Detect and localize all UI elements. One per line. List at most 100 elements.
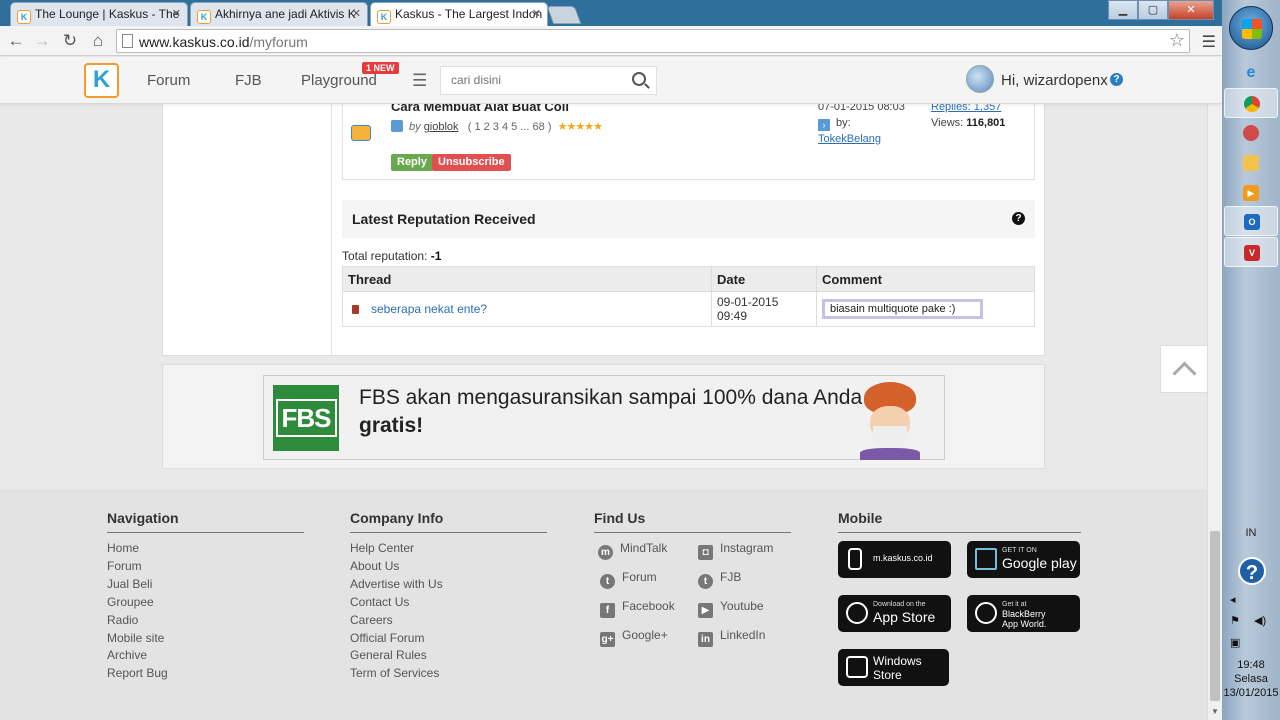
checkmark-icon: [391, 120, 403, 132]
minimize-button[interactable]: ▁: [1108, 0, 1138, 20]
footer-link-radio[interactable]: Radio: [107, 612, 304, 630]
footer-link-forum[interactable]: Forum: [107, 558, 304, 576]
footer-link-mobile-site[interactable]: Mobile site: [107, 630, 304, 648]
app-store-button[interactable]: Download on the App Store: [838, 595, 951, 632]
views-count: 116,801: [966, 117, 1006, 129]
footer-company-title: Company Info: [350, 510, 547, 533]
footer-link-general-rules[interactable]: General Rules: [350, 647, 547, 665]
thread-meta: by gioblok ( 1 2 3 4 5 ... 68 ) ★★★★★: [391, 120, 603, 133]
search-icon[interactable]: [632, 72, 646, 86]
kaskus-logo[interactable]: K: [84, 63, 119, 98]
last-post-user-link[interactable]: TokekBelang: [818, 133, 881, 145]
flag-icon[interactable]: ⚑: [1230, 614, 1240, 627]
scroll-to-top-button[interactable]: [1160, 345, 1208, 393]
thread-author-link[interactable]: gioblok: [424, 121, 459, 133]
social-link-mindtalk[interactable]: m MindTalk: [598, 541, 667, 560]
tab-close-icon[interactable]: ✕: [172, 7, 181, 20]
reload-icon[interactable]: ↻: [59, 31, 81, 51]
tab-close-icon[interactable]: ✕: [352, 7, 361, 20]
table-header-row: Thread Date Comment: [342, 266, 1035, 292]
clock-time: 19:48: [1237, 659, 1265, 671]
nav-playground[interactable]: Playground: [301, 72, 377, 89]
url-text[interactable]: www.kaskus.co.id/myforum: [139, 34, 308, 50]
browser-titlebar: K The Lounge | Kaskus - The ✕ K Akhirnya a…: [0, 0, 1222, 26]
reputation-table: Thread Date Comment seberapa nekat ente?…: [342, 266, 1035, 327]
taskbar-explorer[interactable]: [1224, 148, 1278, 178]
new-tab-button[interactable]: [546, 6, 582, 24]
language-indicator[interactable]: IN: [1222, 527, 1280, 539]
footer-link-report-bug[interactable]: Report Bug: [107, 665, 304, 683]
user-greeting[interactable]: Hi, wizardopenx: [1001, 72, 1108, 89]
nav-fjb[interactable]: FJB: [235, 72, 262, 89]
page-scrollbar[interactable]: ▲ ▼: [1207, 57, 1222, 720]
scrollbar-thumb[interactable]: [1210, 531, 1220, 701]
internet-explorer-icon: e: [1246, 64, 1256, 81]
hamburger-menu-icon[interactable]: ☰: [412, 71, 427, 91]
taskbar-ie[interactable]: e: [1224, 58, 1278, 88]
bookmark-star-icon[interactable]: ☆: [1169, 30, 1185, 51]
address-bar[interactable]: www.kaskus.co.id/myforum ☆: [116, 29, 1190, 53]
taskbar-app7[interactable]: V: [1224, 237, 1278, 267]
blackberry-world-button[interactable]: Get it at BlackBerry App World.: [967, 595, 1080, 632]
social-link-twitter-forum[interactable]: t Forum: [600, 570, 657, 589]
windows-store-button[interactable]: Windows Store: [838, 649, 949, 686]
nav-forum[interactable]: Forum: [147, 72, 190, 89]
thread-pages[interactable]: ( 1 2 3 4 5 ... 68 ): [468, 121, 552, 133]
system-clock[interactable]: 19:48 Selasa 13/01/2015: [1222, 658, 1280, 700]
tab-title: Akhirnya ane jadi Aktivis K: [215, 7, 356, 21]
help-icon[interactable]: ?: [1238, 557, 1266, 585]
footer-mobile: Mobile m.kaskus.co.id GET IT ON Google pl…: [838, 510, 1081, 700]
scroll-down-arrow-icon[interactable]: ▼: [1211, 707, 1219, 716]
maximize-button[interactable]: ▢: [1138, 0, 1168, 20]
close-window-button[interactable]: ✕: [1168, 0, 1214, 20]
google-play-button[interactable]: GET IT ON Google play: [967, 541, 1080, 578]
social-link-facebook[interactable]: f Facebook: [600, 599, 675, 618]
tab-akhirnya[interactable]: K Akhirnya ane jadi Aktivis K ✕: [190, 2, 368, 26]
blackberry-icon: [975, 602, 997, 624]
start-button[interactable]: [1229, 6, 1273, 50]
forward-arrow-icon[interactable]: →: [31, 31, 53, 51]
social-link-instagram[interactable]: ◘ Instagram: [698, 541, 773, 560]
tray-expand-icon[interactable]: ◂: [1230, 593, 1236, 606]
footer-link-groupee[interactable]: Groupee: [107, 594, 304, 612]
home-icon[interactable]: ⌂: [87, 31, 109, 51]
unsubscribe-button[interactable]: Unsubscribe: [432, 154, 511, 171]
footer-link-advertise[interactable]: Advertise with Us: [350, 576, 547, 594]
social-link-twitter-fjb[interactable]: t FJB: [698, 570, 741, 589]
footer-link-official-forum[interactable]: Official Forum: [350, 630, 547, 648]
footer-link-careers[interactable]: Careers: [350, 612, 547, 630]
goto-last-post-icon[interactable]: ›: [818, 119, 830, 131]
volume-icon[interactable]: ◀): [1254, 614, 1266, 627]
tab-close-icon[interactable]: ✕: [532, 7, 541, 20]
taskbar-media[interactable]: ▶: [1224, 178, 1278, 208]
help-icon[interactable]: ?: [1110, 73, 1123, 86]
reply-button[interactable]: Reply: [391, 154, 433, 171]
question-icon[interactable]: ?: [1012, 212, 1025, 225]
table-row: seberapa nekat ente? 09-01-2015 09:49 bi…: [342, 291, 1035, 327]
taskbar-chrome[interactable]: [1224, 88, 1278, 118]
ad-headline: FBS akan mengasuransikan sampai 100% dan…: [359, 386, 863, 409]
footer-link-contact-us[interactable]: Contact Us: [350, 594, 547, 612]
taskbar-app3[interactable]: [1224, 118, 1278, 148]
mobile-site-button[interactable]: m.kaskus.co.id: [838, 541, 951, 578]
footer-link-terms[interactable]: Term of Services: [350, 665, 547, 683]
footer-link-home[interactable]: Home: [107, 540, 304, 558]
reputation-thread-link[interactable]: seberapa nekat ente?: [371, 302, 487, 316]
footer-company-info: Company Info Help Center About Us Advert…: [350, 510, 547, 683]
back-arrow-icon[interactable]: ←: [5, 31, 27, 51]
user-avatar[interactable]: [966, 65, 994, 93]
footer-link-about-us[interactable]: About Us: [350, 558, 547, 576]
network-icon[interactable]: ▣: [1230, 636, 1240, 649]
search-input[interactable]: [451, 73, 621, 87]
social-link-linkedin[interactable]: in LinkedIn: [698, 628, 765, 647]
tab-kaskus-active[interactable]: K Kaskus - The Largest Indon ✕: [370, 2, 548, 26]
footer-link-help-center[interactable]: Help Center: [350, 540, 547, 558]
footer-link-jual-beli[interactable]: Jual Beli: [107, 576, 304, 594]
tab-the-lounge[interactable]: K The Lounge | Kaskus - The ✕: [10, 2, 188, 26]
social-link-googleplus[interactable]: g+ Google+: [600, 628, 668, 647]
social-link-youtube[interactable]: ▶ Youtube: [698, 599, 764, 618]
footer-link-archive[interactable]: Archive: [107, 647, 304, 665]
browser-menu-icon[interactable]: ☰: [1202, 32, 1216, 52]
taskbar-outlook[interactable]: O: [1224, 206, 1278, 236]
fbs-banner-ad[interactable]: FBS FBS akan mengasuransikan sampai 100%…: [263, 375, 945, 460]
